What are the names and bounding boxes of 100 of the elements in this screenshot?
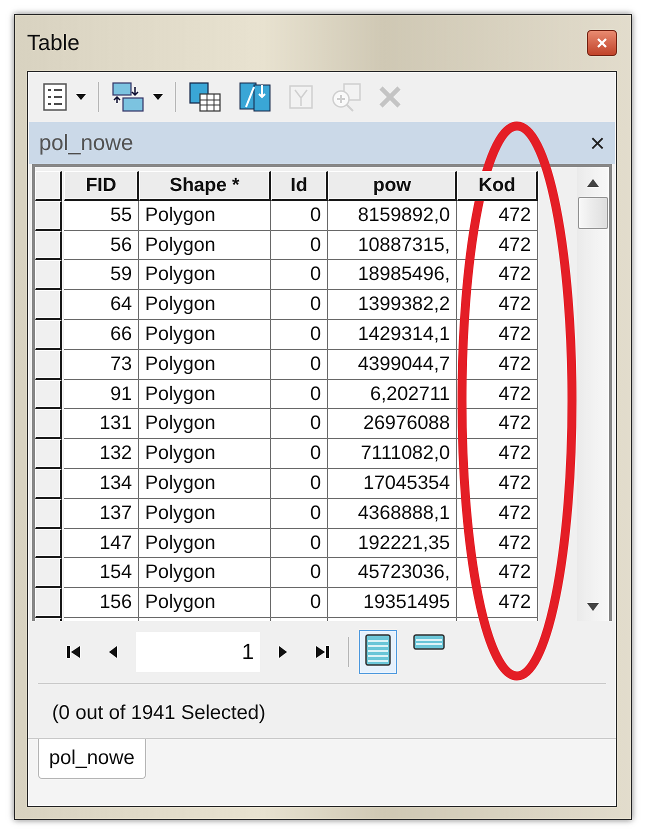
clear-selection-icon [288,84,314,110]
vertical-scrollbar[interactable] [577,167,609,621]
row-selector[interactable] [35,320,62,350]
table-select-icon [188,81,222,113]
table-cell: 91 [64,380,139,410]
column-header[interactable]: Kod [457,171,538,201]
row-selector[interactable] [35,409,62,440]
close-button[interactable]: × [590,130,605,156]
close-icon [597,38,607,48]
scroll-down-icon[interactable] [587,603,599,611]
column-header[interactable]: Shape * [139,171,271,201]
row-selector[interactable] [35,468,62,499]
table-cell: Polygon [139,350,271,380]
table-tab[interactable]: pol_nowe [38,739,146,779]
delete-icon [378,85,402,109]
table-cell: 55 [64,200,139,231]
show-all-records-button[interactable] [359,630,397,674]
table-cell: 0 [271,320,328,350]
table-cell: 137 [64,498,139,529]
row-selector[interactable] [35,350,62,380]
table-name: pol_nowe [39,130,134,156]
record-field[interactable]: 1 [136,632,260,672]
table-cell: 10887315, [328,230,457,260]
table-cell: 19351495 [328,588,457,618]
table-cell: Polygon [139,439,271,469]
table-cell: 0 [271,409,328,440]
row-selector[interactable] [35,439,62,469]
table-rows-icon [365,634,391,666]
table-cell: 26976088 [328,409,457,440]
table-cell: Polygon [139,498,271,529]
selection-status: (0 out of 1941 Selected) [51,701,266,726]
table-cell: 0 [271,439,328,469]
switch-selection-icon [238,81,272,113]
column-header[interactable]: Id [271,171,328,201]
table-cell: 1429314,1 [328,320,457,350]
table-cell: 8159892,0 [328,200,457,231]
scroll-thumb[interactable] [578,197,608,229]
row-selector[interactable] [35,200,62,231]
table-cell: 131 [64,409,139,440]
table-cell: 154 [64,558,139,588]
table-cell: 66 [64,320,139,350]
row-selector[interactable] [35,290,62,320]
row-selector[interactable] [35,588,62,618]
table-cell: 17045354 [328,468,457,499]
table-cell: 6,202711 [328,380,457,410]
caret-icon [153,94,163,100]
row-selector[interactable] [35,171,62,201]
table-cell: Polygon [139,588,271,618]
row-selector[interactable] [35,498,62,529]
table-cell: 0 [271,290,328,320]
table-cell: 1399382,2 [328,290,457,320]
window-title: Table [27,30,80,56]
table-cell: Polygon [139,409,271,440]
table-cell: Polygon [139,260,271,290]
scroll-up-icon[interactable] [587,179,599,187]
table-rows-icon [413,634,445,650]
zoom-icon [330,82,362,112]
table-cell: 147 [64,528,139,558]
caret-icon [76,94,86,100]
table-cell: 0 [271,468,328,499]
table-cell: 7111082,0 [328,439,457,469]
column-header[interactable]: FID [64,171,139,201]
column-header[interactable]: pow [328,171,457,201]
table-cell: 156 [64,588,139,618]
row-selector[interactable] [35,380,62,410]
row-selector[interactable] [35,558,62,588]
last-icon [314,645,330,659]
table-cell: 56 [64,230,139,260]
table-cell: 192221,35 [328,528,457,558]
table-cell: Polygon [139,320,271,350]
table-cell: Polygon [139,528,271,558]
table-cell: Polygon [139,200,271,231]
table-cell: 134 [64,468,139,499]
tables-icon [111,81,145,113]
table-cell: 0 [271,498,328,529]
table-cell: Polygon [139,558,271,588]
table-cell: 0 [271,350,328,380]
table-cell: Polygon [139,380,271,410]
previous-icon [108,645,118,659]
table-cell: 45723036, [328,558,457,588]
first-icon [66,645,82,659]
table-cell: 0 [271,528,328,558]
table-cell: 0 [271,200,328,231]
row-selector[interactable] [35,528,62,558]
table-cell: 18985496, [328,260,457,290]
table-cell: 132 [64,439,139,469]
table-cell: Polygon [139,468,271,499]
row-selector[interactable] [35,230,62,260]
table-cell: 64 [64,290,139,320]
table-cell: 0 [271,260,328,290]
close-button[interactable] [587,30,617,56]
table-cell: 0 [271,380,328,410]
table-cell: Polygon [139,290,271,320]
list-icon [42,82,68,112]
table-cell: Polygon [139,230,271,260]
table-cell: 59 [64,260,139,290]
table-cell: 0 [271,558,328,588]
table-cell: 0 [271,588,328,618]
table-cell: 73 [64,350,139,380]
row-selector[interactable] [35,260,62,290]
